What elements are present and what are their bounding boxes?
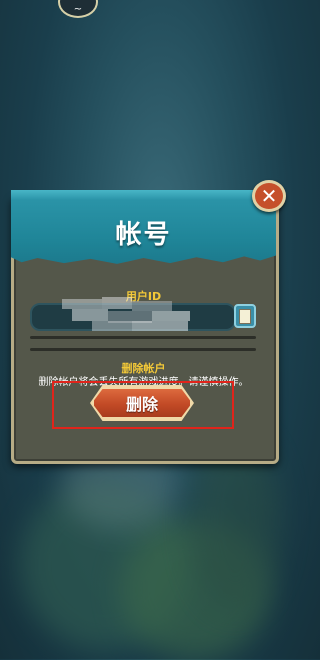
close-button[interactable]: ✕: [252, 180, 286, 212]
divider: [30, 336, 256, 339]
dialog-title: 帐号: [115, 220, 172, 250]
copy-icon: [236, 306, 251, 324]
avatar-glyph: ~: [73, 4, 83, 15]
highlight-annotation-box: [52, 381, 234, 429]
top-avatar-icon[interactable]: ~: [58, 0, 98, 18]
close-icon: ✕: [260, 184, 278, 208]
copy-id-button[interactable]: [234, 304, 256, 328]
user-id-redacted-mosaic: [62, 297, 192, 333]
divider: [30, 348, 256, 351]
